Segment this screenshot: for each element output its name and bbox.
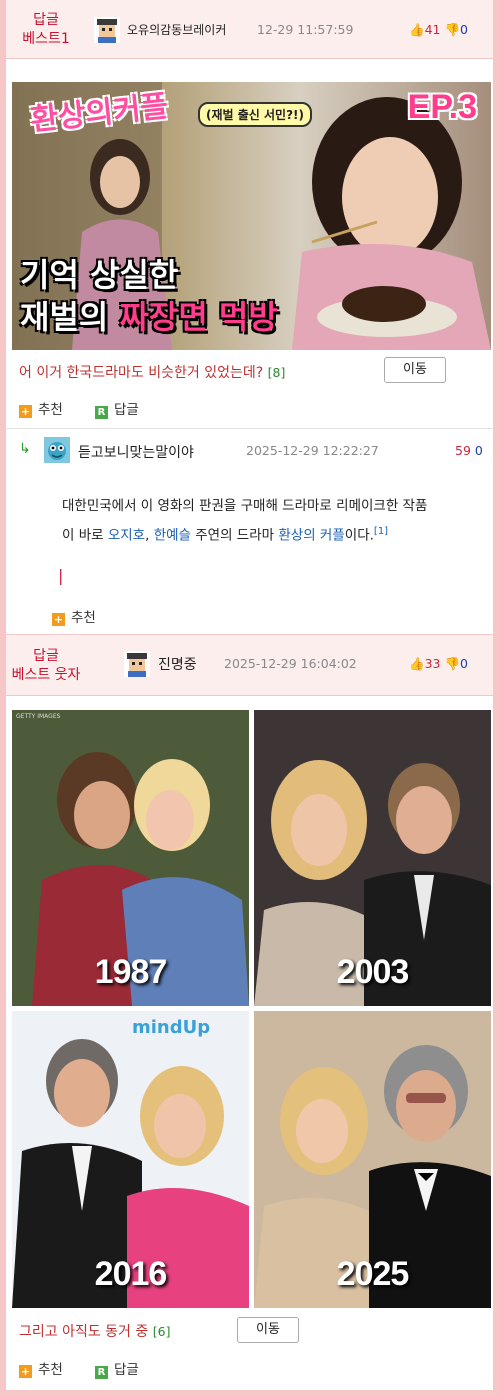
move-button[interactable]: 이동 <box>384 357 446 383</box>
recommend-button[interactable]: + 추천 <box>19 398 63 418</box>
thumbnail-headline-1: 기억 상실한 <box>20 256 179 294</box>
link-actor-hanyeseul[interactable]: 한예슬 <box>154 528 191 544</box>
page-frame-right <box>493 0 499 1396</box>
avatar[interactable] <box>44 437 70 463</box>
reply-upvote-count: 59 <box>455 443 471 458</box>
footnote-link[interactable]: [1] <box>374 526 388 537</box>
vote-counter: 👍41 👎0 <box>409 22 468 37</box>
thumbs-down-icon[interactable]: 👎 <box>444 22 460 37</box>
link-drama-title[interactable]: 환상의 커플 <box>278 528 344 544</box>
year-label: 2025 <box>336 1255 410 1293</box>
thumbs-up-icon[interactable]: 👍 <box>409 22 425 37</box>
year-label: 1987 <box>94 953 168 991</box>
reply-button[interactable]: R 답글 <box>95 1358 139 1379</box>
reply-vote-counter: 59 0 <box>455 443 483 458</box>
reply-author-nickname[interactable]: 듣고보니맞는말이야 <box>78 442 194 462</box>
best-reply-tag: 답글 베스트 웃자 <box>11 648 81 683</box>
comment-count: [8] <box>267 365 286 380</box>
thumbs-down-icon[interactable]: 👎 <box>444 656 460 671</box>
post-caption: 그리고 아직도 동거 중 [6] <box>19 1324 171 1340</box>
author-nickname[interactable]: 진명중 <box>158 654 197 674</box>
move-button[interactable]: 이동 <box>237 1317 299 1343</box>
plus-icon: + <box>52 613 65 626</box>
post-date: 12-29 11:57:59 <box>257 22 354 37</box>
photo-2003: 2003 <box>254 710 491 1006</box>
event-banner: mindUp <box>132 1017 211 1038</box>
post-caption: 어 이거 한국드라마도 비슷한거 있었는데? [8] <box>19 365 286 381</box>
post-header: 답글 베스트 웃자 진명중 2025-12-29 16:04:02 👍33 👎0 <box>6 634 493 696</box>
avatar[interactable] <box>124 651 150 677</box>
reply-body: 대한민국에서 이 영화의 판권을 구매해 드라마로 리메이크한 작품 이 바로 … <box>62 498 428 544</box>
best-reply-tag: 답글 베스트1 <box>22 12 70 47</box>
text-cursor: | <box>58 566 64 585</box>
photo-2025: 2025 <box>254 1011 491 1308</box>
link-actor-ojiho[interactable]: 오지호 <box>108 528 145 544</box>
reply-arrow-icon: ↳ <box>19 441 31 457</box>
plus-icon: + <box>19 405 32 418</box>
recommend-button[interactable]: + 추천 <box>19 1358 63 1378</box>
plus-icon: + <box>19 1365 32 1378</box>
avatar[interactable] <box>94 17 120 43</box>
reply-icon: R <box>95 406 108 419</box>
drama-thumbnail-image: 환상의커플 (재벌 출신 서민?!) EP.3 기억 상실한 재벌의 짜장면 먹… <box>12 82 491 350</box>
photo-2016: mindUp 2016 <box>12 1011 249 1308</box>
year-label: 2016 <box>94 1255 168 1293</box>
reply-date: 2025-12-29 12:22:27 <box>246 443 379 458</box>
thumbnail-headline-2: 재벌의 짜장면 먹방 <box>20 298 278 336</box>
comment-count: [6] <box>152 1324 171 1339</box>
reply-recommend-button[interactable]: + 추천 <box>52 606 96 626</box>
post-date: 2025-12-29 16:04:02 <box>224 656 357 671</box>
photo-grid: GETTY IMAGES 1987 2003 mindUp 2016 2025 <box>12 710 491 1308</box>
watermark: GETTY IMAGES <box>16 713 61 720</box>
page-frame-left <box>0 0 6 1396</box>
divider <box>6 428 493 429</box>
reply-downvote-count: 0 <box>474 443 483 458</box>
show-subtitle: (재벌 출신 서민?!) <box>198 102 312 127</box>
post-header: 답글 베스트1 오유의감동브레이커 12-29 11:57:59 👍41 👎0 <box>6 0 493 59</box>
reply-icon: R <box>95 1366 108 1379</box>
author-nickname[interactable]: 오유의감동브레이커 <box>127 21 226 38</box>
page-frame-bottom <box>0 1390 499 1396</box>
reply-button[interactable]: R 답글 <box>95 398 139 419</box>
year-label: 2003 <box>336 953 410 991</box>
thumbs-up-icon[interactable]: 👍 <box>409 656 425 671</box>
photo-1987: GETTY IMAGES 1987 <box>12 710 249 1006</box>
vote-counter: 👍33 👎0 <box>409 656 468 671</box>
episode-label: EP.3 <box>407 88 477 126</box>
